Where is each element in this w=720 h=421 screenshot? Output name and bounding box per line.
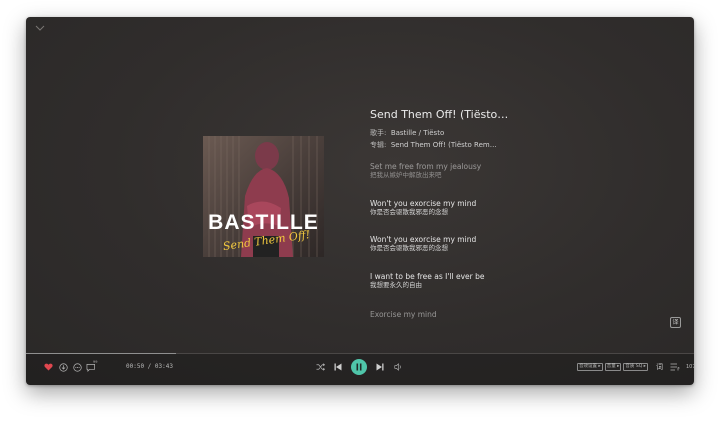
lyric-line[interactable]: I want to be free as I'll ever be 我想要永久的… (370, 272, 670, 290)
previous-icon[interactable] (334, 363, 342, 371)
lyric-line[interactable]: Set me free from my jealousy 把我从嫉妒中解放出来吧 (370, 162, 670, 180)
lyric-toggle-button[interactable]: 词 (656, 362, 663, 372)
chevron-down-icon[interactable] (34, 23, 46, 33)
playlist-icon[interactable] (670, 363, 680, 371)
volume-icon[interactable] (394, 363, 403, 371)
lyric-text: Won't you exorcise my mind (370, 235, 477, 244)
audio-button[interactable]: 音量 ▸ (604, 363, 622, 371)
quality-button[interactable]: 音质 SQ ▸ (623, 363, 648, 371)
sound-effect-button[interactable]: 音效设置 ▸ (577, 363, 603, 371)
album-cover: BASTILLE Send Them Off! (203, 136, 324, 257)
queue-count: 107 (686, 364, 694, 370)
lyric-text: Won't you exorcise my mind (370, 199, 477, 208)
player-window: BASTILLE Send Them Off! Send Them Off! (… (26, 17, 694, 385)
translate-button[interactable]: 译 (670, 317, 681, 328)
artist-label: 歌手: (370, 129, 387, 137)
lyric-text: I want to be free as I'll ever be (370, 272, 485, 281)
comment-count: 99 (93, 360, 98, 364)
album-link[interactable]: Send Them Off! (Tiësto Rem… (391, 141, 497, 149)
lyric-translation: 你是否会驱散我邪恶的念想 (370, 244, 448, 252)
time-display: 00:50 / 03:43 (126, 363, 173, 370)
lyric-text: Set me free from my jealousy (370, 162, 482, 171)
lyric-translation: 你是否会驱散我邪恶的念想 (370, 208, 448, 216)
album-row: 专辑: Send Them Off! (Tiësto Rem… (370, 141, 670, 150)
album-label: 专辑: (370, 141, 387, 149)
heart-icon[interactable] (44, 363, 53, 371)
lyric-translation: 我想要永久的自由 (370, 281, 422, 289)
next-icon[interactable] (376, 363, 384, 371)
comment-icon[interactable] (86, 363, 96, 372)
pause-button[interactable] (351, 359, 367, 375)
song-info: Send Them Off! (Tiësto… 歌手: Bastille / T… (370, 108, 670, 150)
lyric-line[interactable]: Exorcise my mind (370, 310, 670, 319)
artist-link[interactable]: Bastille / Tiësto (391, 129, 444, 137)
lyric-translation: 把我从嫉妒中解放出来吧 (370, 171, 442, 179)
lyric-line[interactable]: Won't you exorcise my mind 你是否会驱散我邪恶的念想 (370, 235, 670, 253)
right-tools: 音效设置 ▸ 音量 ▸ 音质 SQ ▸ (577, 363, 650, 371)
more-icon[interactable] (73, 363, 82, 372)
song-title: Send Them Off! (Tiësto… (370, 108, 509, 121)
lyric-text: Exorcise my mind (370, 310, 437, 319)
artist-row: 歌手: Bastille / Tiësto (370, 129, 670, 138)
lyric-line[interactable]: Won't you exorcise my mind 你是否会驱散我邪恶的念想 (370, 199, 670, 217)
download-icon[interactable] (59, 363, 68, 372)
pause-icon (356, 363, 362, 371)
shuffle-icon[interactable] (316, 363, 325, 371)
